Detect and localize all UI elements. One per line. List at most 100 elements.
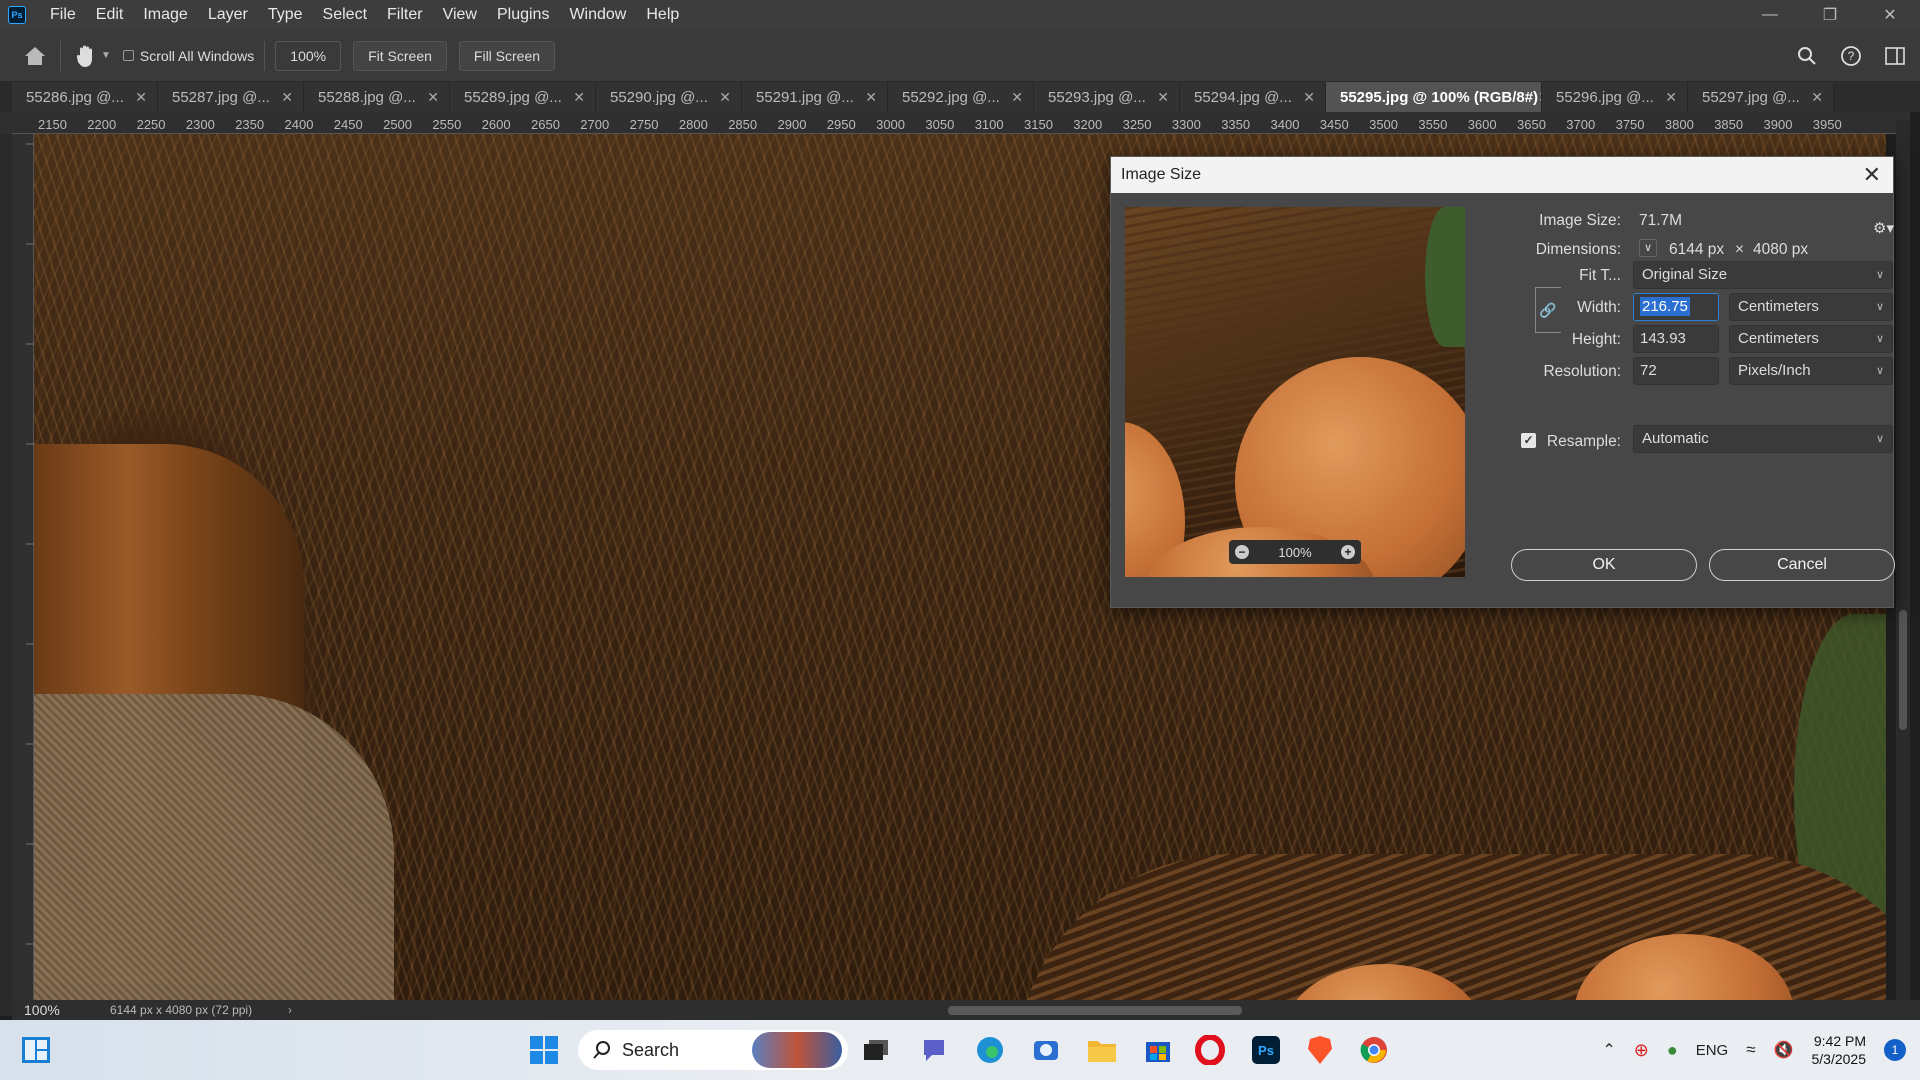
status-zoom[interactable]: 100% <box>12 1002 78 1018</box>
minimize-icon[interactable]: — <box>1740 0 1800 30</box>
resolution-unit-select[interactable]: Pixels/Inch ∨ <box>1729 357 1893 385</box>
width-input[interactable]: 216.75 <box>1633 293 1719 321</box>
menu-window[interactable]: Window <box>559 0 636 30</box>
resample-select[interactable]: Automatic ∨ <box>1633 425 1893 453</box>
tab-close-icon[interactable]: ✕ <box>573 89 585 106</box>
chevron-down-icon[interactable]: ▼ <box>101 50 111 61</box>
zoom-in-icon[interactable]: + <box>1341 545 1355 559</box>
chevron-right-icon[interactable]: › <box>288 1003 292 1017</box>
tab-document[interactable]: 55294.jpg @... ✕ <box>1180 82 1326 112</box>
tab-document[interactable]: 55286.jpg @... ✕ <box>12 82 158 112</box>
restore-icon[interactable]: ❐ <box>1800 0 1860 30</box>
tab-document[interactable]: 55297.jpg @... ✕ <box>1688 82 1834 112</box>
clock[interactable]: 9:42 PM 5/3/2025 <box>1812 1032 1867 1068</box>
menu-view[interactable]: View <box>433 0 487 30</box>
edge-icon[interactable] <box>970 1030 1010 1070</box>
vertical-scrollbar[interactable] <box>1896 120 1910 1000</box>
notification-badge[interactable]: 1 <box>1884 1039 1906 1061</box>
fit-screen-button[interactable]: Fit Screen <box>353 40 447 71</box>
horizontal-ruler: 2150 2200 2250 2300 2350 2400 2450 2500 2550 2600… <box>12 112 1910 134</box>
resample-checkbox[interactable]: ✓ <box>1521 433 1536 448</box>
search-icon[interactable] <box>1792 41 1822 71</box>
workspace-icon[interactable] <box>1880 41 1910 71</box>
menu-image[interactable]: Image <box>133 0 197 30</box>
ruler-tick-label: 3550 <box>1418 117 1448 132</box>
chat-icon[interactable] <box>914 1030 954 1070</box>
chevron-up-icon[interactable]: ⌃ <box>1602 1040 1615 1060</box>
scroll-all-windows-checkbox[interactable]: Scroll All Windows <box>122 48 254 64</box>
zoom-out-icon[interactable]: − <box>1235 545 1249 559</box>
menu-layer[interactable]: Layer <box>198 0 258 30</box>
tab-document[interactable]: 55289.jpg @... ✕ <box>450 82 596 112</box>
left-strip <box>0 82 12 1016</box>
gear-icon[interactable]: ⚙▾ <box>1873 219 1894 237</box>
menu-plugins[interactable]: Plugins <box>487 0 559 30</box>
image-preview[interactable]: − 100% + <box>1125 207 1465 577</box>
ruler-tick-label: 3650 <box>1517 117 1546 132</box>
hand-tool-icon[interactable] <box>71 41 101 71</box>
close-icon[interactable]: ✕ <box>1860 0 1920 30</box>
task-view-icon[interactable] <box>856 1030 896 1070</box>
tab-close-icon[interactable]: ✕ <box>281 89 293 106</box>
opera-icon[interactable] <box>1190 1030 1230 1070</box>
menu-edit[interactable]: Edit <box>86 0 134 30</box>
tab-close-icon[interactable]: ✕ <box>427 89 439 106</box>
taskbar-search[interactable]: Search <box>578 1030 848 1070</box>
volume-muted-icon[interactable]: 🔇 <box>1774 1040 1794 1060</box>
store-icon[interactable] <box>1138 1030 1178 1070</box>
dimensions-unit-dropdown-icon[interactable]: ∨ <box>1639 239 1657 257</box>
camera-icon[interactable] <box>1026 1030 1066 1070</box>
zoom-field[interactable]: 100% <box>275 40 342 71</box>
height-input[interactable]: 143.93 <box>1633 325 1719 353</box>
menu-file[interactable]: File <box>40 0 86 30</box>
height-unit-select[interactable]: Centimeters ∨ <box>1729 325 1893 353</box>
resolution-input[interactable]: 72 <box>1633 357 1719 385</box>
ruler-tick-label: 3150 <box>1024 117 1053 132</box>
tray-app-icon[interactable]: ⊕ <box>1634 1040 1649 1061</box>
tab-document[interactable]: 55296.jpg @... ✕ <box>1542 82 1688 112</box>
tab-document[interactable]: 55288.jpg @... ✕ <box>304 82 450 112</box>
tab-document[interactable]: 55291.jpg @... ✕ <box>742 82 888 112</box>
menu-select[interactable]: Select <box>313 0 377 30</box>
globe-icon[interactable]: ● <box>1667 1040 1678 1061</box>
tab-close-icon[interactable]: ✕ <box>1665 89 1677 106</box>
wifi-icon[interactable]: ≈ <box>1746 1040 1755 1060</box>
checkbox-box <box>122 50 134 61</box>
fill-screen-button[interactable]: Fill Screen <box>458 40 556 71</box>
fit-to-select[interactable]: Original Size ∨ <box>1633 261 1893 289</box>
photoshop-taskbar-icon[interactable]: Ps <box>1246 1030 1286 1070</box>
tab-close-icon[interactable]: ✕ <box>865 89 877 106</box>
menu-filter[interactable]: Filter <box>377 0 433 30</box>
link-icon[interactable]: 🔗 <box>1539 301 1556 319</box>
scroll-thumb[interactable] <box>948 1006 1242 1015</box>
tab-close-icon[interactable]: ✕ <box>719 89 731 106</box>
tab-document[interactable]: 55287.jpg @... ✕ <box>158 82 304 112</box>
tab-close-icon[interactable]: ✕ <box>1811 89 1823 106</box>
start-icon[interactable] <box>524 1030 564 1070</box>
tab-close-icon[interactable]: ✕ <box>135 89 147 106</box>
widgets-icon[interactable] <box>16 1030 56 1070</box>
scroll-thumb[interactable] <box>1899 610 1907 730</box>
cancel-button[interactable]: Cancel <box>1709 549 1895 581</box>
ruler-tick-label: 2150 <box>38 117 67 132</box>
chrome-icon[interactable] <box>1354 1030 1394 1070</box>
tab-active-document[interactable]: 55295.jpg @ 100% (RGB/8#)✕ <box>1326 82 1542 112</box>
language-indicator[interactable]: ENG <box>1696 1042 1729 1059</box>
ok-button[interactable]: OK <box>1511 549 1697 581</box>
tab-document[interactable]: 55293.jpg @... ✕ <box>1034 82 1180 112</box>
home-icon[interactable] <box>20 41 50 71</box>
tab-close-icon[interactable]: ✕ <box>1157 89 1169 106</box>
menu-help[interactable]: Help <box>636 0 689 30</box>
tab-document[interactable]: 55292.jpg @... ✕ <box>888 82 1034 112</box>
help-icon[interactable]: ? <box>1836 41 1866 71</box>
menu-type[interactable]: Type <box>258 0 313 30</box>
brave-icon[interactable] <box>1300 1030 1340 1070</box>
tab-close-icon[interactable]: ✕ <box>1011 89 1023 106</box>
tab-close-icon[interactable]: ✕ <box>1303 89 1315 106</box>
tab-label: 55292.jpg @... <box>902 88 1000 106</box>
tab-document[interactable]: 55290.jpg @... ✕ <box>596 82 742 112</box>
close-icon[interactable]: ✕ <box>1863 157 1881 193</box>
file-explorer-icon[interactable] <box>1082 1030 1122 1070</box>
width-unit-select[interactable]: Centimeters ∨ <box>1729 293 1893 321</box>
horizontal-scrollbar[interactable] <box>320 1004 1880 1016</box>
